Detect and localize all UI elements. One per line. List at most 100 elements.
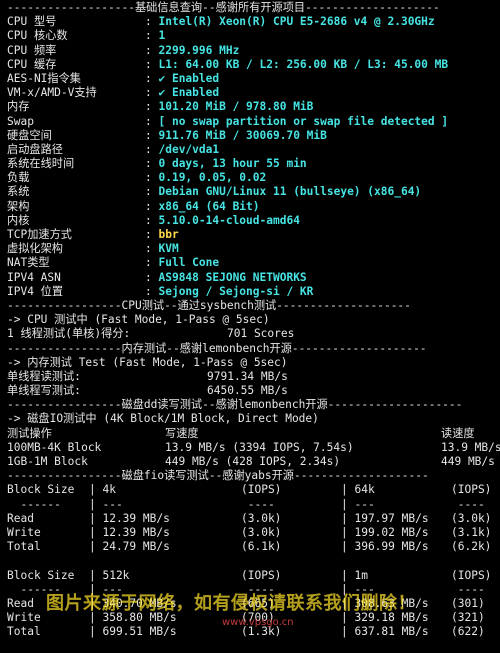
mem-read-value: 9791.34 MB/s [207,369,288,383]
info-row: CPU 缓存: L1: 64.00 KB / L2: 256.00 KB / L… [7,58,500,72]
info-separator: : [145,114,159,128]
info-value: Intel(R) Xeon(R) CPU E5-2686 v4 @ 2.30GH… [158,15,435,29]
info-row: Swap: [ no swap partition or swap file d… [7,115,500,129]
info-row: TCP加速方式: bbr [7,228,500,242]
fio-op-label: Total [7,540,41,554]
dd-row-write: 449 MB/s (428 IOPS, 2.34s) [165,455,341,468]
fio-iops-header: (IOPS) [241,483,282,497]
mem-test-status: -> 内存测试 Test (Fast Mode, 1-Pass @ 5sec) [7,355,288,369]
section-basic-header: -------------------基础信息查询--感谢所有开源项目-----… [7,1,440,14]
info-separator: : [145,284,159,298]
mem-write-value: 6450.55 MB/s [207,384,288,398]
fio-iops-2: (3.0k) [451,511,492,525]
info-row: 内核: 5.10.0-14-cloud-amd64 [7,214,500,228]
info-value: bbr [158,228,179,241]
fio-block-size-label: Block Size [7,483,75,497]
fio-table-header: Block Size | 4k (IOPS) | 64k (IOPS) [7,483,500,497]
section-dd-header: -----------------磁盘dd读写测试--感谢lemonbench开… [7,398,463,412]
info-row: CPU 核心数: 1 [7,29,500,43]
info-separator: : [145,213,159,227]
info-separator: : [145,157,159,171]
info-key: 系统在线时间 [7,157,75,171]
info-row: IPV4 ASN: AS9848 SEJONG NETWORKS [7,271,500,285]
fio-speed-2: | 197.97 MB/s [341,511,429,525]
info-key: 系统 [7,185,30,199]
info-separator: : [145,128,159,142]
info-value: Debian GNU/Linux 11 (bullseye) (x86_64) [158,185,422,199]
info-key: 内核 [7,213,30,227]
section-cpu-header: -----------------CPU测试--通过sysbench测试----… [7,298,411,312]
fio-table-header: Block Size | 512k (IOPS) | 1m (IOPS) [7,569,500,583]
fio-table-row: Total | 24.79 MB/s (6.1k) | 396.99 MB/s (6.2… [7,540,500,554]
info-value: 911.76 MiB / 30069.70 MiB [158,128,327,142]
info-separator: : [145,142,159,156]
basic-info-list: CPU 型号: Intel(R) Xeon(R) CPU E5-2686 v4 … [7,15,500,299]
info-separator: : [145,199,159,213]
info-separator: : [145,185,159,199]
fio-iops-2: (622) [451,625,485,639]
info-value: 2299.996 MHz [158,43,240,57]
fio-divider: ---- [451,582,485,596]
info-value: x86_64 (64 Bit) [158,199,260,213]
info-row: CPU 频率: 2299.996 MHz [7,44,500,58]
info-separator: : [145,171,159,185]
info-key: 负载 [7,171,30,185]
info-value: ✔ Enabled [158,86,220,100]
fio-iops-1: (3.0k) [241,511,282,525]
info-key: CPU 缓存 [7,57,57,71]
info-row: 内存: 101.20 MiB / 978.80 MiB [7,100,500,114]
info-row: 硬盘空间: 911.76 MiB / 30069.70 MiB [7,129,500,143]
fio-iops-header: (IOPS) [451,483,492,497]
fio-divider-row: ------ | --- ---- | --- ---- [7,498,500,512]
info-value: L1: 64.00 KB / L2: 256.00 KB / L3: 45.00… [158,57,449,71]
dd-row-read: 13.9 MB/s [441,440,500,454]
info-separator: : [145,57,159,71]
info-row: CPU 型号: Intel(R) Xeon(R) CPU E5-2686 v4 … [7,15,500,29]
info-value: 0.19, 0.05, 0.02 [158,171,267,185]
info-key: NAT类型 [7,256,50,270]
dd-row-op: 100MB-4K Block [7,440,102,454]
info-row: VM-x/AMD-V支持: ✔ Enabled [7,86,500,100]
info-key: 硬盘空间 [7,128,52,142]
fio-iops-2: (6.2k) [451,540,492,554]
info-key: TCP加速方式 [7,228,72,241]
info-value: ✔ Enabled [158,71,220,85]
cpu-result-row: 1 线程测试(单核)得分: 701 Scores [7,327,500,341]
fio-iops-2: (301) [451,596,485,610]
fio-iops-1: (6.1k) [241,540,282,554]
info-row: NAT类型: Full Cone [7,256,500,270]
info-value: 1 [158,29,166,43]
info-separator: : [145,15,159,29]
info-key: IPV4 ASN [7,270,61,284]
fio-iops-1: (3.0k) [241,525,282,539]
terminal-window[interactable]: -------------------基础信息查询--感谢所有开源项目-----… [0,0,500,653]
fio-iops-2: (321) [451,611,485,625]
info-value: Sejong / Sejong-si / KR [158,284,314,298]
section-mem-header: -----------------内存测试--感谢lemonbench开源---… [7,341,427,355]
info-key: IPV4 位置 [7,284,64,298]
info-key: VM-x/AMD-V支持 [7,86,97,100]
info-value: KVM [158,242,179,256]
info-row: 系统在线时间: 0 days, 13 hour 55 min [7,157,500,171]
dd-test-status: -> 磁盘IO测试中 (4K Block/1M Block, Direct Mo… [7,412,319,426]
info-key: 启动盘路径 [7,142,63,156]
info-separator: : [145,29,159,43]
info-separator: : [145,43,159,57]
fio-speed-1: | 12.39 MB/s [89,511,170,525]
info-value: Full Cone [158,256,220,270]
info-row: IPV4 位置: Sejong / Sejong-si / KR [7,285,500,299]
fio-op-label: Total [7,625,41,639]
fio-table-row: Write | 12.39 MB/s (3.0k) | 199.02 MB/s (3.1… [7,526,500,540]
fio-iops-2: (3.1k) [451,525,492,539]
info-row: 负载: 0.19, 0.05, 0.02 [7,171,500,185]
fio-table-row: Read | 12.39 MB/s (3.0k) | 197.97 MB/s (3.0k… [7,512,500,526]
fio-divider: ------ [7,497,61,511]
info-value: [ no swap partition or swap file detecte… [158,114,449,128]
cpu-test-status: -> CPU 测试中 (Fast Mode, 1-Pass @ 5sec) [7,313,270,327]
info-key: 虚拟化架构 [7,242,63,256]
info-separator: : [145,228,159,241]
dd-row: 100MB-4K Block 13.9 MB/s (3394 IOPS, 7.54… [7,441,500,455]
mem-write-row: 单线程写测试: 6450.55 MB/s [7,384,500,398]
watermark-site: www.vpsgo.cn [222,617,294,628]
info-separator: : [145,86,159,100]
